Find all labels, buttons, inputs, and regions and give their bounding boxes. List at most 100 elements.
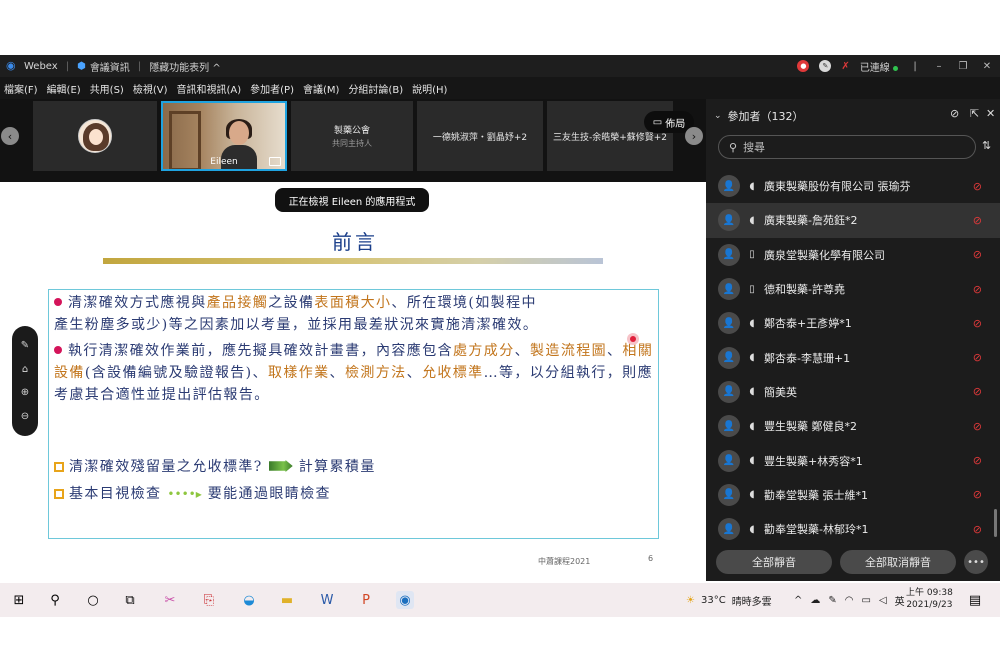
weather-widget[interactable]: ☀ 33°C 晴時多雲 xyxy=(686,583,772,617)
cortana-icon[interactable]: ○ xyxy=(84,591,102,609)
snipping-tool-icon[interactable]: ✂ xyxy=(161,591,179,609)
strip-prev-icon[interactable]: ‹ xyxy=(1,127,19,145)
muted-mic-icon[interactable]: ⊘ xyxy=(973,214,982,227)
video-tile-host[interactable]: 製藥公會 共同主持人 xyxy=(291,101,413,171)
menu-bar: 檔案(F) 編輯(E) 共用(S) 檢視(V) 音訊和視訊(A) 參加者(P) … xyxy=(0,77,1000,99)
menu-meeting[interactable]: 會議(M) xyxy=(303,81,339,96)
title-bar-right: ● ✎ ✗ 已連線 | – ❐ ✕ xyxy=(797,55,994,77)
headset-icon: ◖ xyxy=(749,180,755,192)
menu-breakout[interactable]: 分組討論(B) xyxy=(348,81,403,96)
participant-row[interactable]: 👤 ◖ 豐生製藥 鄭健良*2 ⊘ xyxy=(706,409,1000,443)
participant-row[interactable]: 👤 ◖ 簡美英 ⊘ xyxy=(706,375,1000,409)
unmute-all-button[interactable]: 全部取消靜音 xyxy=(840,550,956,574)
meeting-info-button[interactable]: 會議資訊 xyxy=(90,59,130,74)
webex-taskbar-icon[interactable]: ◉ xyxy=(396,591,414,609)
participant-row[interactable]: 👤 ◖ 勸奉堂製藥 張士維*1 ⊘ xyxy=(706,478,1000,512)
minimize-icon[interactable]: – xyxy=(932,61,946,72)
menu-edit[interactable]: 編輯(E) xyxy=(47,81,81,96)
slide-item-1: 清潔確效殘留量之允收標準? 計算累積量 xyxy=(54,456,656,478)
video-tile-participant[interactable]: 一德姚淑萍・劉晶妤+2 xyxy=(417,101,543,171)
zoom-in-icon[interactable]: ⊕ xyxy=(21,387,29,398)
pen-icon[interactable]: ✎ xyxy=(828,595,836,606)
participant-row[interactable]: 👤 ▯ 廣泉堂製藥化學有限公司 ⊘ xyxy=(706,238,1000,272)
participant-row[interactable]: 👤 ◖ 廣東製藥-詹苑鈺*2 ⊘ xyxy=(706,203,1000,238)
task-view-icon[interactable]: ⧉ xyxy=(121,591,139,609)
edge-icon[interactable]: ◒ xyxy=(240,591,258,609)
video-tile-avatar[interactable] xyxy=(33,101,157,171)
muted-mic-icon[interactable]: ⊘ xyxy=(973,488,982,501)
annotate-icon[interactable]: ✎ xyxy=(21,340,29,351)
participant-row[interactable]: 👤 ◖ 廣東製藥股份有限公司 張瑜芬 ⊘ xyxy=(706,169,1000,203)
system-clock[interactable]: 上午 09:38 2021/9/23 xyxy=(906,587,953,611)
menu-file[interactable]: 檔案(F) xyxy=(4,81,38,96)
strip-next-icon[interactable]: › xyxy=(685,127,703,145)
video-tile-eileen[interactable]: Eileen xyxy=(161,101,287,171)
participant-list: 👤 ◖ 廣東製藥股份有限公司 張瑜芬 ⊘ 👤 ◖ 廣東製藥-詹苑鈺*2 ⊘ 👤 ▯ 廣泉堂製藥化… xyxy=(706,169,1000,546)
restore-icon[interactable]: ❐ xyxy=(956,61,970,72)
menu-view[interactable]: 檢視(V) xyxy=(133,81,168,96)
file-explorer-icon[interactable]: ▬ xyxy=(278,591,296,609)
muted-mic-icon[interactable]: ⊘ xyxy=(973,351,982,364)
pointer-icon[interactable]: ⌂ xyxy=(22,364,28,375)
headset-icon: ◖ xyxy=(749,317,755,329)
muted-mic-icon[interactable]: ⊘ xyxy=(973,523,982,536)
menu-share[interactable]: 共用(S) xyxy=(90,81,124,96)
participant-row[interactable]: 👤 ▯ 德和製藥-許尊堯 ⊘ xyxy=(706,272,1000,306)
participant-row[interactable]: 👤 ◖ 豐生製藥+林秀容*1 ⊘ xyxy=(706,443,1000,477)
hide-menu-button[interactable]: 隱藏功能表列 ^ xyxy=(149,59,221,74)
muted-mic-icon[interactable]: ⊘ xyxy=(973,454,982,467)
popout-icon[interactable]: ⇱ xyxy=(970,107,979,120)
menu-participants[interactable]: 參加者(P) xyxy=(250,81,294,96)
onedrive-icon[interactable]: ☁ xyxy=(810,595,820,606)
video-tile-name: Eileen xyxy=(210,157,238,167)
app-name: Webex xyxy=(24,60,58,72)
muted-mic-icon[interactable]: ⊘ xyxy=(973,317,982,330)
avatar: 👤 xyxy=(718,209,740,232)
info-icon[interactable]: ✎ xyxy=(819,60,832,72)
menu-audio-video[interactable]: 音訊和視訊(A) xyxy=(177,81,242,96)
participant-row[interactable]: 👤 ◖ 鄭杏泰-李慧珊+1 ⊘ xyxy=(706,340,1000,374)
notifications-icon[interactable]: ▤ xyxy=(966,591,984,609)
slide-page-number: 6 xyxy=(648,554,654,563)
muted-mic-icon[interactable]: ⊘ xyxy=(973,180,982,193)
participants-scrollbar[interactable] xyxy=(994,509,997,537)
participants-header: ⌄ 參加者（132） ⊘ ⇱ ✕ xyxy=(706,107,1000,125)
close-icon[interactable]: ✕ xyxy=(980,61,994,72)
search-icon[interactable]: ⚲ xyxy=(46,591,64,609)
acrobat-icon[interactable]: ⎘ xyxy=(200,591,218,609)
participant-search-input[interactable]: ⚲ 搜尋 xyxy=(718,135,976,159)
record-icon[interactable]: ● xyxy=(797,60,810,72)
zoom-out-icon[interactable]: ⊖ xyxy=(21,411,29,422)
headset-icon: ◖ xyxy=(749,523,755,535)
settings-icon[interactable]: ⊘ xyxy=(950,107,959,120)
video-tile-name: 製藥公會 xyxy=(333,126,370,136)
pointer-cursor-icon xyxy=(627,333,639,345)
phone-icon: ▯ xyxy=(749,283,755,295)
slide-title: 前言 xyxy=(332,230,378,254)
participant-row[interactable]: 👤 ◖ 勸奉堂製藥-林郁玲*1 ⊘ xyxy=(706,512,1000,546)
muted-mic-icon[interactable]: ⊘ xyxy=(973,385,982,398)
ime-indicator[interactable]: 英 xyxy=(895,593,905,608)
word-icon[interactable]: W xyxy=(318,591,336,609)
windows-start-icon[interactable]: ⊞ xyxy=(10,591,28,609)
muted-mic-icon[interactable]: ⊘ xyxy=(973,420,982,433)
participants-title: 參加者（132） xyxy=(727,110,804,123)
volume-icon[interactable]: ◁ xyxy=(879,595,887,606)
viewing-banner[interactable]: 正在檢視 Eileen 的應用程式 xyxy=(275,188,429,212)
powerpoint-icon[interactable]: P xyxy=(357,591,375,609)
mute-status-icon[interactable]: ✗ xyxy=(841,61,849,72)
collapse-chevron-icon[interactable]: ⌄ xyxy=(714,111,722,121)
muted-mic-icon[interactable]: ⊘ xyxy=(973,283,982,296)
mute-all-button[interactable]: 全部靜音 xyxy=(716,550,832,574)
battery-icon[interactable]: ▭ xyxy=(862,595,871,606)
sort-icon[interactable]: ⇅ xyxy=(982,139,991,152)
wifi-icon[interactable]: ◠ xyxy=(845,595,854,606)
dotted-arrow-icon: ••••▸ xyxy=(167,487,202,501)
participant-row[interactable]: 👤 ◖ 鄭杏泰+王彥婷*1 ⊘ xyxy=(706,306,1000,340)
muted-mic-icon[interactable]: ⊘ xyxy=(973,248,982,261)
more-options-icon[interactable]: ••• xyxy=(964,550,988,574)
close-panel-icon[interactable]: ✕ xyxy=(986,107,995,120)
menu-help[interactable]: 說明(H) xyxy=(412,81,447,96)
tray-chevron-icon[interactable]: ^ xyxy=(794,595,802,606)
search-icon: ⚲ xyxy=(729,140,738,154)
